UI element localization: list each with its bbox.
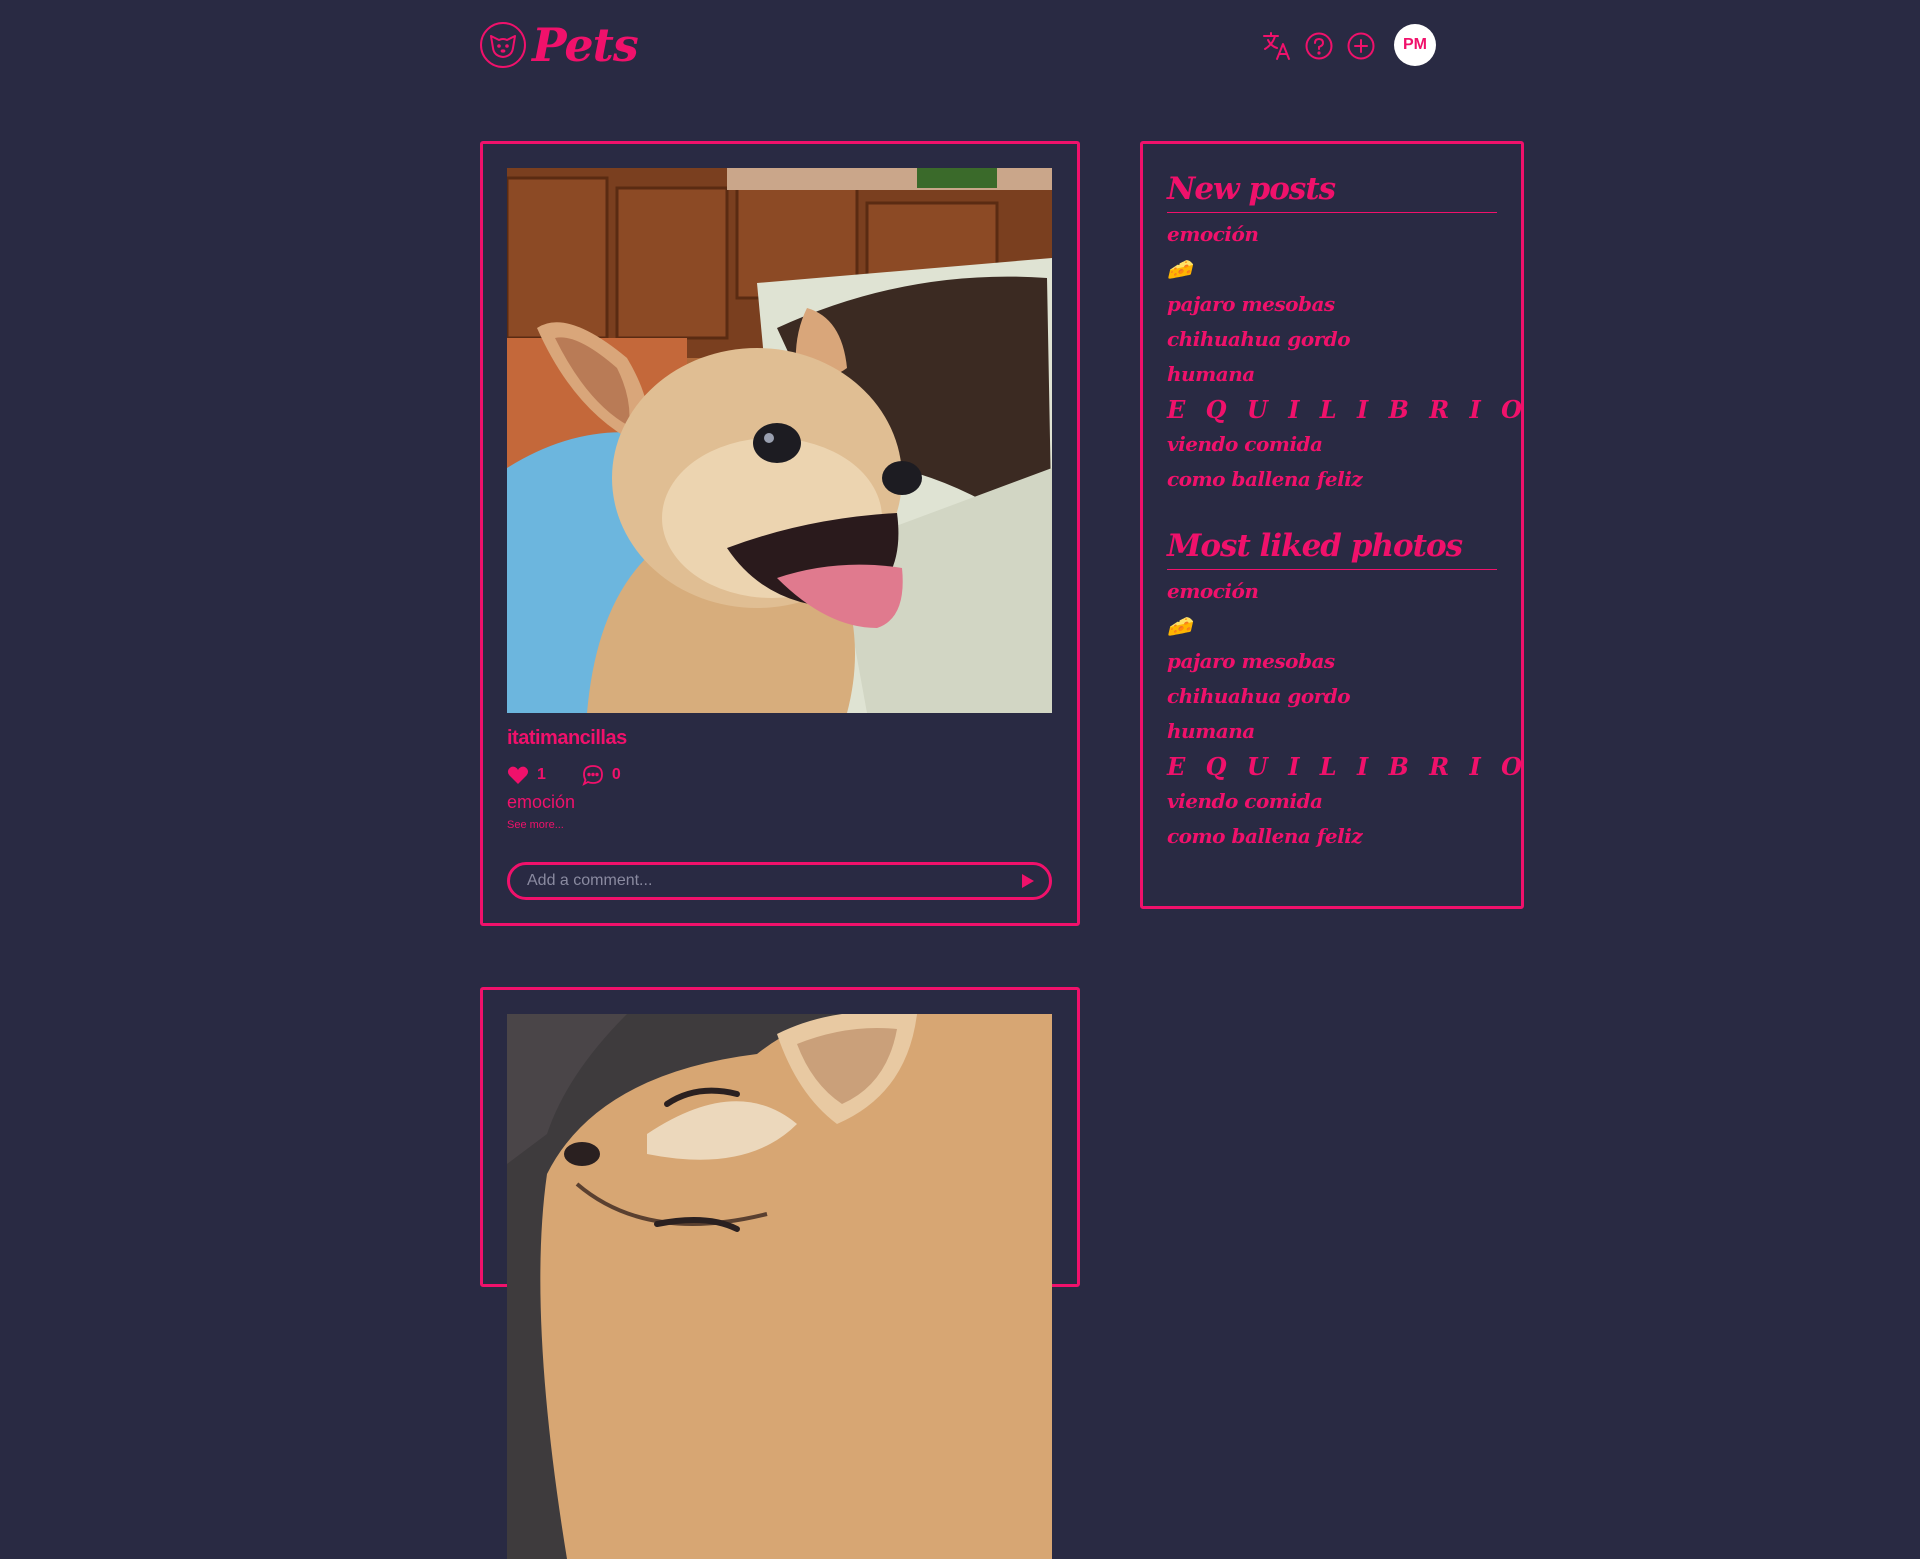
new-post-link[interactable]: E Q U I L I B R I O	[1167, 392, 1522, 427]
comment-input[interactable]	[510, 871, 1013, 891]
most-liked-link[interactable]: pajaro mesobas	[1167, 644, 1497, 679]
like-count: 1	[537, 766, 546, 783]
most-liked-list: emoción 🧀 pajaro mesobas chihuahua gordo…	[1167, 574, 1522, 854]
chihuahua-photo	[507, 168, 1052, 713]
heart-icon	[507, 766, 529, 784]
post-stats: 1 0	[507, 764, 657, 786]
post-photo[interactable]	[507, 1014, 1052, 1559]
header-actions: PM	[1260, 24, 1436, 66]
comment-count: 0	[611, 766, 621, 783]
post-card: itatimancillas 1 0 emoción See more...	[480, 141, 1080, 926]
post-card	[480, 987, 1080, 1559]
help-icon[interactable]	[1302, 29, 1336, 63]
most-liked-link[interactable]: como ballena feliz	[1167, 819, 1497, 854]
new-posts-section: New posts emoción 🧀 pajaro mesobas chihu…	[1167, 168, 1522, 497]
new-post-link[interactable]: emoción	[1167, 217, 1497, 252]
send-comment-button[interactable]	[1013, 866, 1043, 896]
most-liked-link[interactable]: E Q U I L I B R I O	[1167, 749, 1522, 784]
most-liked-section: Most liked photos emoción 🧀 pajaro mesob…	[1167, 525, 1522, 854]
logo[interactable]: Pets	[480, 18, 639, 72]
most-liked-title: Most liked photos	[1167, 525, 1497, 570]
translate-icon[interactable]	[1260, 29, 1294, 63]
new-post-link[interactable]: humana	[1167, 357, 1497, 392]
add-post-icon[interactable]	[1344, 29, 1378, 63]
top-bar: Pets PM	[480, 22, 1440, 74]
pet-face-icon	[480, 22, 526, 68]
new-post-link[interactable]: como ballena feliz	[1167, 462, 1497, 497]
new-post-link[interactable]: viendo comida	[1167, 427, 1497, 462]
comment-icon	[582, 765, 603, 786]
most-liked-link[interactable]: viendo comida	[1167, 784, 1497, 819]
new-post-link[interactable]: 🧀	[1167, 252, 1497, 287]
see-more-link[interactable]: See more...	[507, 819, 564, 831]
new-posts-title: New posts	[1167, 168, 1497, 213]
comment-button[interactable]: 0	[582, 764, 621, 786]
post-author[interactable]: itatimancillas	[507, 727, 627, 750]
new-post-link[interactable]: chihuahua gordo	[1167, 322, 1497, 357]
play-send-icon	[1022, 874, 1034, 888]
new-post-link[interactable]: pajaro mesobas	[1167, 287, 1497, 322]
like-button[interactable]: 1	[507, 765, 546, 785]
post-photo[interactable]	[507, 168, 1052, 713]
sleeping-chihuahua-photo	[507, 1014, 1052, 1559]
new-posts-list: emoción 🧀 pajaro mesobas chihuahua gordo…	[1167, 217, 1522, 497]
most-liked-link[interactable]: emoción	[1167, 574, 1497, 609]
most-liked-link[interactable]: 🧀	[1167, 609, 1497, 644]
sidebar: New posts emoción 🧀 pajaro mesobas chihu…	[1140, 141, 1524, 909]
post-caption: emoción	[507, 792, 576, 812]
logo-text: Pets	[532, 18, 639, 72]
comment-form	[507, 862, 1052, 900]
most-liked-link[interactable]: humana	[1167, 714, 1497, 749]
most-liked-link[interactable]: chihuahua gordo	[1167, 679, 1497, 714]
avatar[interactable]: PM	[1394, 24, 1436, 66]
